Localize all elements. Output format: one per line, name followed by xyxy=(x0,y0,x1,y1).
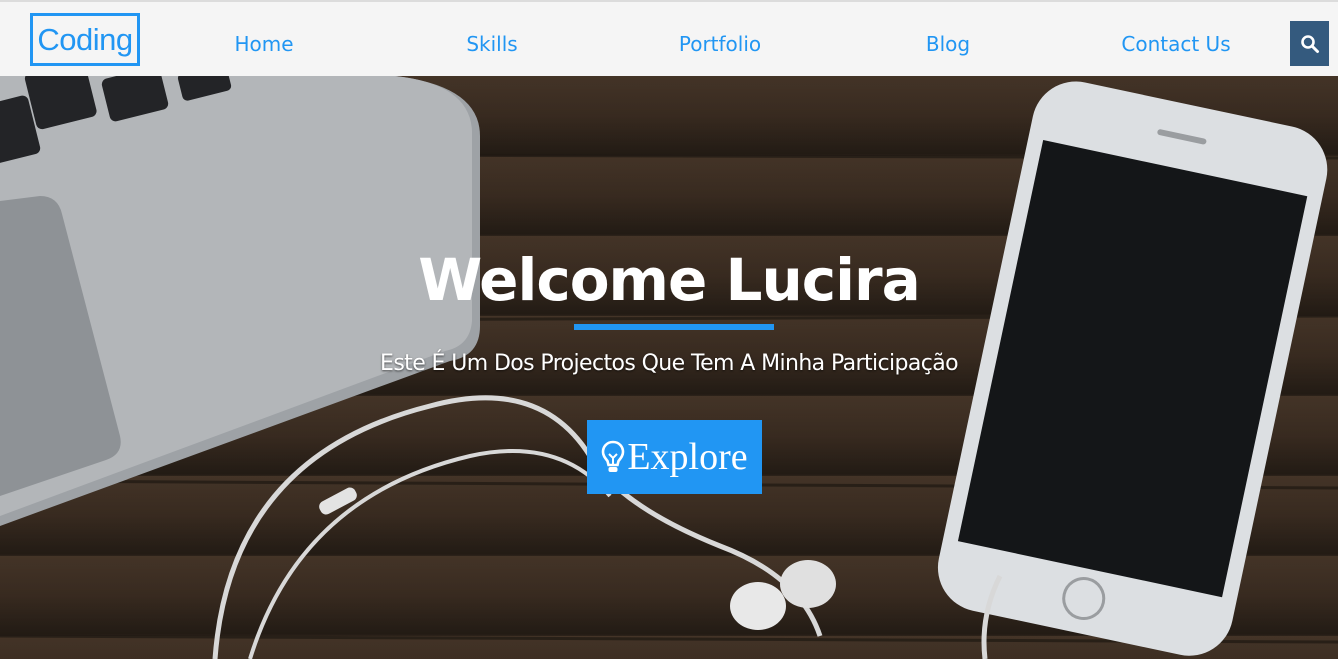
hero-subtitle: Este É Um Dos Projectos Que Tem A Minha … xyxy=(380,351,959,376)
search-icon xyxy=(1300,34,1319,53)
nav-contact-us[interactable]: Contact Us xyxy=(1121,32,1230,56)
nav-blog[interactable]: Blog xyxy=(926,32,970,56)
logo-link[interactable]: Coding xyxy=(30,13,140,66)
explore-button[interactable]: Explore xyxy=(587,420,762,494)
hero-title: Welcome Lucira xyxy=(418,246,921,314)
nav-home[interactable]: Home xyxy=(234,32,293,56)
explore-button-label: Explore xyxy=(627,436,748,478)
nav-skills[interactable]: Skills xyxy=(466,32,517,56)
hero-section: Welcome Lucira Este É Um Dos Projectos Q… xyxy=(0,76,1338,659)
title-underline xyxy=(574,324,774,330)
search-button[interactable] xyxy=(1290,21,1329,66)
navbar: Coding Home Skills Portfolio Blog Contac… xyxy=(0,0,1338,76)
nav-portfolio[interactable]: Portfolio xyxy=(679,32,761,56)
lightbulb-icon xyxy=(602,440,625,472)
